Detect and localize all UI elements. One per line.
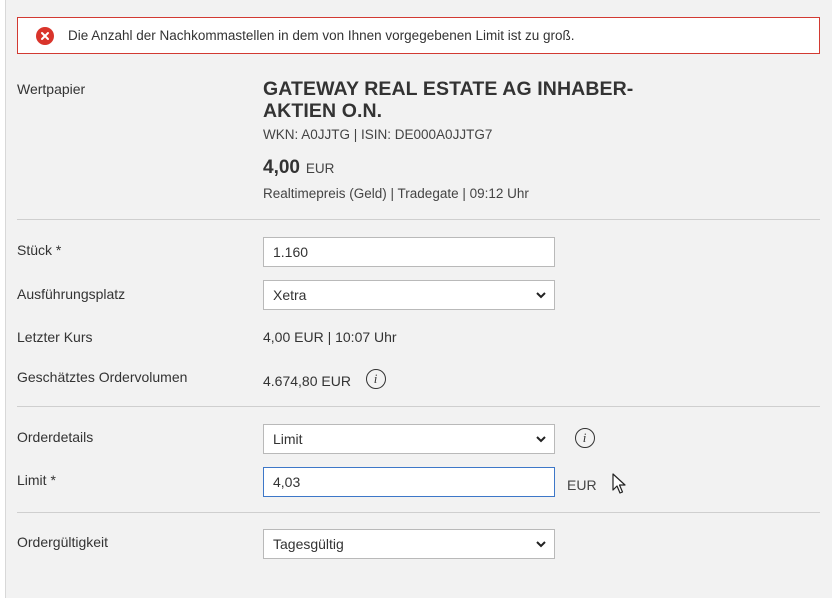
info-icon[interactable]: i xyxy=(575,428,595,448)
error-text: Die Anzahl der Nachkommastellen in dem v… xyxy=(68,28,575,43)
validity-select-value: Tagesgültig xyxy=(273,536,344,552)
order-details-label: Orderdetails xyxy=(17,429,94,445)
last-price-label: Letzter Kurs xyxy=(17,329,93,345)
order-type-select[interactable]: Limit xyxy=(263,424,555,454)
divider xyxy=(17,406,820,407)
limit-unit: EUR xyxy=(567,477,597,493)
divider xyxy=(17,512,820,513)
venue-label: Ausführungsplatz xyxy=(17,286,126,302)
limit-input[interactable]: 4,03 xyxy=(263,467,555,497)
divider xyxy=(17,219,820,220)
price-value: 4,00 xyxy=(263,157,300,178)
chevron-down-icon xyxy=(536,541,546,548)
quantity-input[interactable]: 1.160 xyxy=(263,237,555,267)
security-price: 4,00 EUR xyxy=(263,157,334,179)
price-currency: EUR xyxy=(305,161,335,176)
security-ids: WKN: A0JJTG | ISIN: DE000A0JJTG7 xyxy=(263,127,493,142)
limit-label: Limit * xyxy=(17,472,56,488)
volume-value: 4.674,80 EUR xyxy=(263,373,351,389)
volume-label: Geschätztes Ordervolumen xyxy=(17,369,188,385)
chevron-down-icon xyxy=(536,292,546,299)
security-name: GATEWAY REAL ESTATE AG INHABER-AKTIEN O.… xyxy=(263,78,634,122)
last-price-value: 4,00 EUR | 10:07 Uhr xyxy=(263,329,397,345)
venue-select[interactable]: Xetra xyxy=(263,280,555,310)
security-label: Wertpapier xyxy=(17,81,86,97)
quantity-label: Stück * xyxy=(17,242,62,258)
info-icon[interactable]: i xyxy=(366,369,386,389)
venue-select-value: Xetra xyxy=(273,287,307,303)
validity-label: Ordergültigkeit xyxy=(17,534,109,550)
order-type-select-value: Limit xyxy=(273,431,303,447)
chevron-down-icon xyxy=(536,436,546,443)
error-icon xyxy=(36,27,54,45)
mouse-pointer-icon xyxy=(612,473,626,494)
error-message-box: Die Anzahl der Nachkommastellen in dem v… xyxy=(17,17,820,54)
price-info: Realtimepreis (Geld) | Tradegate | 09:12… xyxy=(263,186,529,201)
validity-select[interactable]: Tagesgültig xyxy=(263,529,555,559)
